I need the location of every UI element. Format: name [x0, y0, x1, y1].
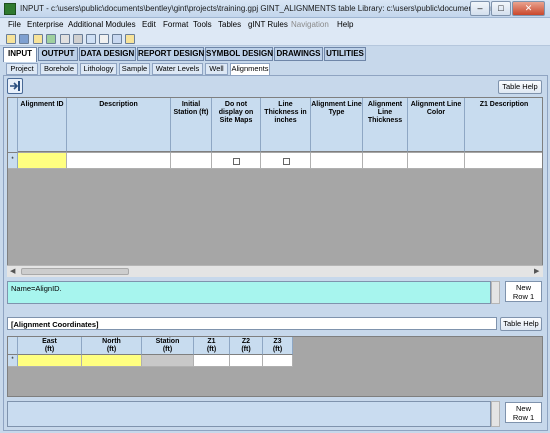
- column-header[interactable]: Description: [67, 98, 171, 152]
- column-header[interactable]: Initial Station (ft): [171, 98, 212, 152]
- scroll-right-icon[interactable]: ▶: [534, 267, 539, 275]
- tab-report-design[interactable]: REPORT DESIGN: [137, 47, 204, 61]
- tab-utilities[interactable]: UTILITIES: [324, 47, 366, 61]
- station-cell: [142, 355, 194, 367]
- new-row-count: Row 1: [512, 413, 535, 422]
- column-header[interactable]: Z3 (ft): [263, 337, 293, 355]
- column-header[interactable]: Do not display on Site Maps: [212, 98, 261, 152]
- coordinates-field-note: [7, 401, 491, 427]
- new-row-count: Row 1: [512, 292, 535, 301]
- save-icon[interactable]: [19, 34, 29, 44]
- tab-water-levels[interactable]: Water Levels: [152, 63, 203, 75]
- column-header[interactable]: Alignment ID: [18, 98, 67, 152]
- alignments-table: Alignment ID Description Initial Station…: [7, 97, 543, 277]
- field-note: Name=AlignID.: [7, 281, 491, 304]
- column-header[interactable]: Z1 (ft): [194, 337, 230, 355]
- column-header[interactable]: Alignment Line Color: [408, 98, 465, 152]
- new-row-label: New: [515, 283, 531, 292]
- column-header[interactable]: Line Thickness in inches: [261, 98, 311, 152]
- description-cell[interactable]: [67, 153, 171, 169]
- line-color-cell[interactable]: [408, 153, 465, 169]
- header-corner: [8, 98, 18, 153]
- column-header[interactable]: Z1 Description: [465, 98, 542, 152]
- checkbox[interactable]: [282, 157, 290, 165]
- z2-cell[interactable]: [230, 355, 263, 367]
- scroll-left-icon[interactable]: ◀: [10, 267, 15, 275]
- scrollbar-thumb[interactable]: [21, 268, 129, 275]
- z3-cell[interactable]: [263, 355, 293, 367]
- coordinates-new-row-button[interactable]: New Row 1: [505, 402, 542, 423]
- note-scrollbar[interactable]: [491, 281, 500, 304]
- line-type-cell[interactable]: [311, 153, 363, 169]
- column-header[interactable]: Station (ft): [142, 337, 194, 355]
- line-thickness-inches-cell[interactable]: [261, 153, 311, 169]
- tab-drawings[interactable]: DRAWINGS: [274, 47, 323, 61]
- print-icon[interactable]: [73, 34, 83, 44]
- menu-file[interactable]: File: [8, 20, 21, 29]
- import-icon[interactable]: [7, 78, 23, 94]
- close-button[interactable]: ✕: [512, 1, 545, 16]
- line-thickness-cell[interactable]: [363, 153, 408, 169]
- column-header[interactable]: Alignment Line Thickness: [363, 98, 408, 152]
- menu-navigation: Navigation: [291, 20, 329, 29]
- new-row-button[interactable]: New Row 1: [505, 281, 542, 302]
- tab-sample[interactable]: Sample: [119, 63, 150, 75]
- tab-output[interactable]: OUTPUT: [38, 47, 78, 61]
- z1-cell[interactable]: [194, 355, 230, 367]
- grid-icon[interactable]: [112, 34, 122, 44]
- app-icon: [4, 3, 16, 15]
- toolbar: [0, 32, 550, 46]
- menu-tables[interactable]: Tables: [218, 20, 241, 29]
- properties-icon[interactable]: [46, 34, 56, 44]
- z1-description-cell[interactable]: [465, 153, 542, 169]
- initial-station-cell[interactable]: [171, 153, 212, 169]
- north-cell[interactable]: [82, 355, 142, 367]
- table-help-button[interactable]: Table Help: [498, 80, 542, 94]
- minimize-button[interactable]: –: [470, 1, 490, 16]
- tab-well[interactable]: Well: [205, 63, 228, 75]
- row-marker: *: [8, 355, 18, 367]
- coordinates-section-title: [Alignment Coordinates]: [7, 317, 497, 330]
- row-marker: *: [8, 153, 18, 169]
- do-not-display-cell[interactable]: [212, 153, 261, 169]
- open-folder-icon[interactable]: [6, 34, 16, 44]
- coordinates-table: East (ft) North (ft) Station (ft) Z1 (ft) Z2…: [7, 336, 543, 397]
- column-header[interactable]: East (ft): [18, 337, 82, 355]
- column-header[interactable]: Z2 (ft): [230, 337, 263, 355]
- header-corner: [8, 337, 18, 355]
- tab-project[interactable]: Project: [6, 63, 38, 75]
- tab-symbol-design[interactable]: SYMBOL DESIGN: [205, 47, 273, 61]
- tab-input[interactable]: INPUT: [3, 47, 37, 62]
- window-title: INPUT - c:\users\public\documents\bentle…: [20, 4, 502, 13]
- tab-lithology[interactable]: Lithology: [80, 63, 117, 75]
- menu-help[interactable]: Help: [337, 20, 353, 29]
- menu-format[interactable]: Format: [163, 20, 188, 29]
- new-icon[interactable]: [33, 34, 43, 44]
- note-scrollbar[interactable]: [491, 401, 500, 427]
- horizontal-scrollbar[interactable]: ◀ ▶: [7, 265, 543, 277]
- coordinates-table-help-button[interactable]: Table Help: [500, 317, 542, 331]
- maximize-button[interactable]: □: [491, 1, 511, 16]
- menu-tools[interactable]: Tools: [193, 20, 212, 29]
- menu-edit[interactable]: Edit: [142, 20, 156, 29]
- new-row-label: New: [515, 404, 531, 413]
- table-icon[interactable]: [99, 34, 109, 44]
- title-bar: INPUT - c:\users\public\documents\bentle…: [0, 0, 550, 18]
- menu-gint-rules[interactable]: gINT Rules: [248, 20, 288, 29]
- east-cell[interactable]: [18, 355, 82, 367]
- checkbox[interactable]: [233, 157, 240, 165]
- menu-bar: File Enterprise Additional Modules Edit …: [0, 18, 550, 32]
- column-header[interactable]: Alignment Line Type: [311, 98, 363, 152]
- menu-enterprise[interactable]: Enterprise: [27, 20, 63, 29]
- export-icon[interactable]: [86, 34, 96, 44]
- column-header[interactable]: North (ft): [82, 337, 142, 355]
- menu-additional-modules[interactable]: Additional Modules: [68, 20, 136, 29]
- tab-data-design[interactable]: DATA DESIGN: [79, 47, 136, 61]
- folder-icon[interactable]: [125, 34, 135, 44]
- alignment-id-cell[interactable]: [18, 153, 67, 169]
- tab-borehole[interactable]: Borehole: [40, 63, 78, 75]
- preview-icon[interactable]: [60, 34, 70, 44]
